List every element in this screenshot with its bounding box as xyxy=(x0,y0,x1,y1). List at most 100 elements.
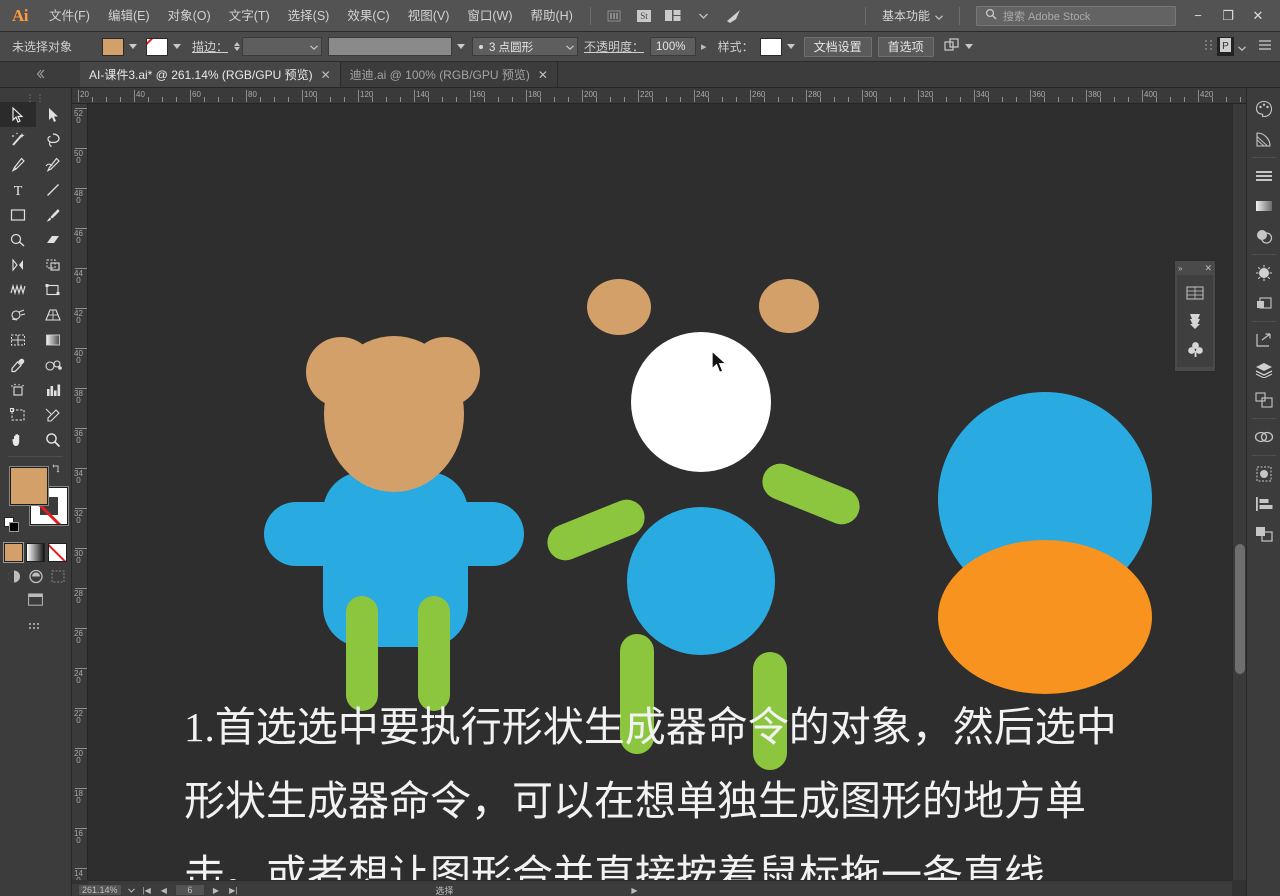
gradient-panel-icon[interactable] xyxy=(1249,191,1279,221)
behance-icon[interactable] xyxy=(721,5,747,27)
symbols-panel-icon[interactable] xyxy=(1177,307,1213,335)
symbol-sprayer-tool[interactable] xyxy=(0,377,36,402)
menu-type[interactable]: 文字(T) xyxy=(220,0,279,32)
rectangle-tool[interactable] xyxy=(0,202,36,227)
close-icon[interactable]: ✕ xyxy=(538,68,548,82)
zoom-chevron-icon[interactable] xyxy=(127,885,135,895)
stroke-weight-label[interactable]: 描边： xyxy=(186,38,234,55)
vertical-ruler[interactable]: 520 500 480 460 440 420 400 380 360 340 320 300 280 2… xyxy=(72,104,88,880)
draw-inside-icon[interactable] xyxy=(48,568,67,585)
preferences-button[interactable]: 首选项 xyxy=(877,36,934,57)
shape-builder-tool[interactable] xyxy=(0,302,36,327)
artboards-panel-icon[interactable] xyxy=(1249,385,1279,415)
floating-panel[interactable]: » ✕ xyxy=(1174,260,1216,372)
menu-effect[interactable]: 效果(C) xyxy=(338,0,398,32)
last-page-icon[interactable]: ▶| xyxy=(227,886,239,895)
graphic-style-swatch[interactable] xyxy=(759,37,782,56)
stroke-dropdown-chevron-icon[interactable] xyxy=(173,44,181,49)
opacity-label[interactable]: 不透明度： xyxy=(578,38,650,55)
menu-select[interactable]: 选择(S) xyxy=(279,0,339,32)
transform-panel-icon[interactable] xyxy=(1249,325,1279,355)
collapse-chevrons-icon[interactable]: » xyxy=(1178,264,1183,273)
direct-selection-tool[interactable] xyxy=(36,102,72,127)
color-fill-button[interactable] xyxy=(4,543,23,562)
prev-page-icon[interactable]: ◀ xyxy=(159,886,169,895)
change-screen-mode-icon[interactable] xyxy=(26,591,45,608)
floating-panel-header[interactable]: » ✕ xyxy=(1175,261,1215,275)
stroke-color-swatch[interactable] xyxy=(146,37,168,56)
swap-fill-stroke-icon[interactable] xyxy=(52,463,66,475)
close-icon[interactable]: ✕ xyxy=(321,68,331,82)
width-tool[interactable] xyxy=(0,277,36,302)
blend-tool[interactable] xyxy=(36,352,72,377)
chevron-down-icon[interactable] xyxy=(1238,40,1246,54)
minimize-button[interactable]: − xyxy=(1184,3,1212,29)
none-fill-button[interactable] xyxy=(48,543,67,562)
hand-tool[interactable] xyxy=(0,427,36,452)
toolbar-grip[interactable]: ⋮⋮ xyxy=(0,93,71,103)
column-graph-tool[interactable] xyxy=(36,377,72,402)
vertical-scrollbar[interactable] xyxy=(1232,104,1246,880)
eyedropper-tool[interactable] xyxy=(0,352,36,377)
fill-color-swatch[interactable] xyxy=(102,37,124,56)
close-button[interactable]: ✕ xyxy=(1244,3,1272,29)
vertical-scrollbar-thumb[interactable] xyxy=(1235,544,1245,674)
style-chevron-icon[interactable] xyxy=(786,44,795,49)
free-transform-tool[interactable] xyxy=(36,277,72,302)
stroke-profile-combo[interactable] xyxy=(328,37,453,56)
zoom-level-input[interactable]: 261.14% xyxy=(78,884,122,896)
shaper-tool[interactable] xyxy=(0,227,36,252)
perspective-grid-tool[interactable] xyxy=(36,302,72,327)
gradient-fill-button[interactable] xyxy=(26,543,45,562)
document-tab-inactive[interactable]: 迪迪.ai @ 100% (RGB/GPU 预览) ✕ xyxy=(340,62,558,87)
color-panel-icon[interactable] xyxy=(1249,94,1279,124)
layers-panel-icon[interactable] xyxy=(1249,355,1279,385)
chevron-down-icon[interactable] xyxy=(691,5,717,27)
default-fill-stroke-icon[interactable] xyxy=(4,517,20,533)
line-segment-tool[interactable] xyxy=(36,177,72,202)
workspace-switcher[interactable]: 基本功能 xyxy=(874,4,951,27)
align-panel-icon[interactable] xyxy=(1249,489,1279,519)
close-icon[interactable]: ✕ xyxy=(1204,263,1212,274)
next-page-icon[interactable]: ▶ xyxy=(211,886,221,895)
document-tab-active[interactable]: AI-课件3.ai* @ 261.14% (RGB/GPU 预览) ✕ xyxy=(80,62,341,87)
scale-tool[interactable] xyxy=(36,252,72,277)
brushes-panel-icon[interactable] xyxy=(1177,279,1213,307)
zoom-tool[interactable] xyxy=(36,427,72,452)
transparency-panel-icon[interactable] xyxy=(1249,221,1279,251)
menu-file[interactable]: 文件(F) xyxy=(40,0,99,32)
stock-search-input[interactable]: 搜索 Adobe Stock xyxy=(976,5,1176,26)
stroke-panel-icon[interactable] xyxy=(1249,161,1279,191)
artboard-tool[interactable] xyxy=(0,402,36,427)
page-number-input[interactable]: 6 xyxy=(174,884,205,896)
stroke-profile-chevron-icon[interactable] xyxy=(457,44,466,49)
draw-normal-icon[interactable] xyxy=(4,568,23,585)
mesh-tool[interactable] xyxy=(0,327,36,352)
document-setup-button[interactable]: 文档设置 xyxy=(803,36,872,57)
symbols-panel-icon[interactable] xyxy=(1249,459,1279,489)
paintbrush-tool[interactable] xyxy=(36,202,72,227)
type-tool[interactable]: T xyxy=(0,177,36,202)
graphic-styles-icon[interactable] xyxy=(1177,335,1213,363)
restore-button[interactable]: ❐ xyxy=(1214,3,1242,29)
more-options-icon[interactable] xyxy=(1258,39,1272,54)
fill-dropdown-chevron-icon[interactable] xyxy=(129,44,137,49)
slice-tool[interactable] xyxy=(36,402,72,427)
status-flyout-icon[interactable]: ▶ xyxy=(629,886,639,895)
fill-color-large-swatch[interactable] xyxy=(10,467,48,505)
horizontal-ruler[interactable]: 20 40 60 80 100 120 140 160 180 200 220 240 260 280 30… xyxy=(72,88,1280,104)
arrange-documents-icon[interactable] xyxy=(661,5,687,27)
indic-device-icon[interactable]: P xyxy=(1217,37,1234,56)
brush-definition-combo[interactable]: 3 点圆形 xyxy=(472,37,579,56)
libraries-panel-icon[interactable] xyxy=(1249,519,1279,549)
menu-window[interactable]: 窗口(W) xyxy=(458,0,521,32)
artboard-canvas[interactable]: 1.首选选中要执行形状生成器命令的对象，然后选中 形状生成器命令，可以在想单独生… xyxy=(88,104,1232,880)
menu-edit[interactable]: 编辑(E) xyxy=(99,0,159,32)
stroke-weight-combo[interactable] xyxy=(242,37,323,56)
menu-object[interactable]: 对象(O) xyxy=(159,0,220,32)
opacity-flyout-icon[interactable]: ▸ xyxy=(696,40,712,53)
gradient-tool[interactable] xyxy=(36,327,72,352)
arrange-chevron-icon[interactable] xyxy=(964,44,973,49)
first-page-icon[interactable]: |◀ xyxy=(141,886,153,895)
selection-tool[interactable] xyxy=(0,102,36,127)
